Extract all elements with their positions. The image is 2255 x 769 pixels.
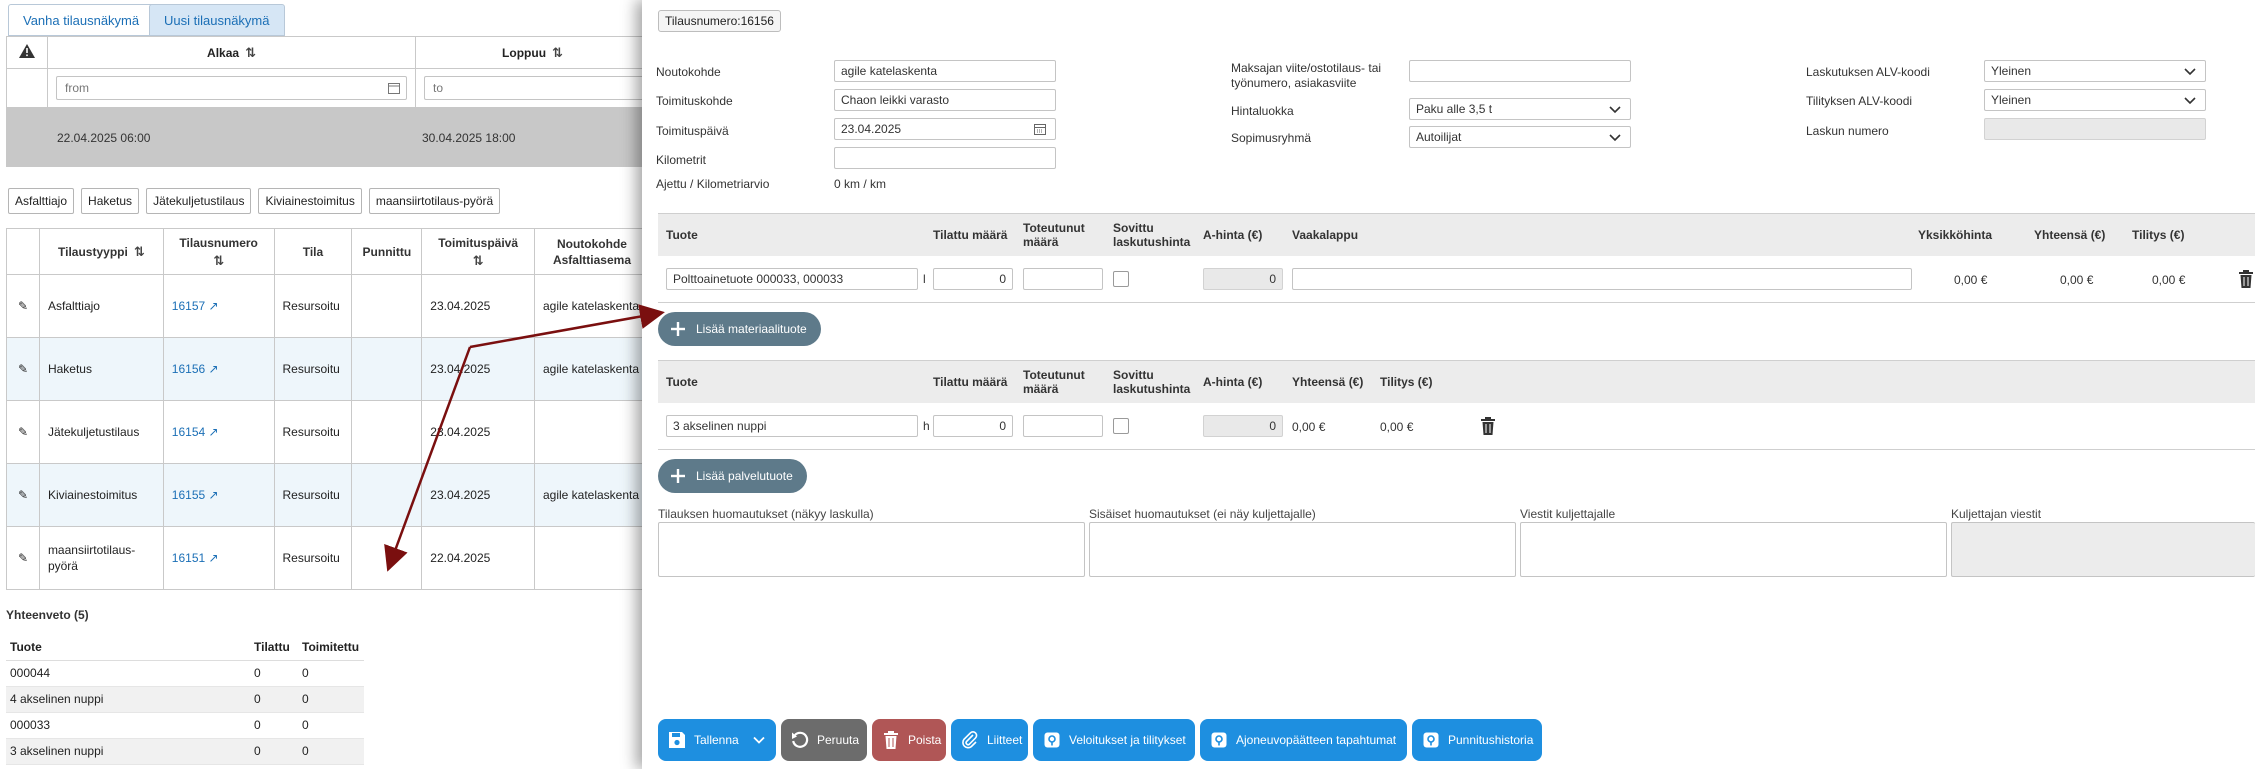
annotation-arrows [384, 304, 665, 572]
arrow-to-material-row [469, 304, 665, 349]
arrow-to-weighed-cell [384, 346, 472, 572]
